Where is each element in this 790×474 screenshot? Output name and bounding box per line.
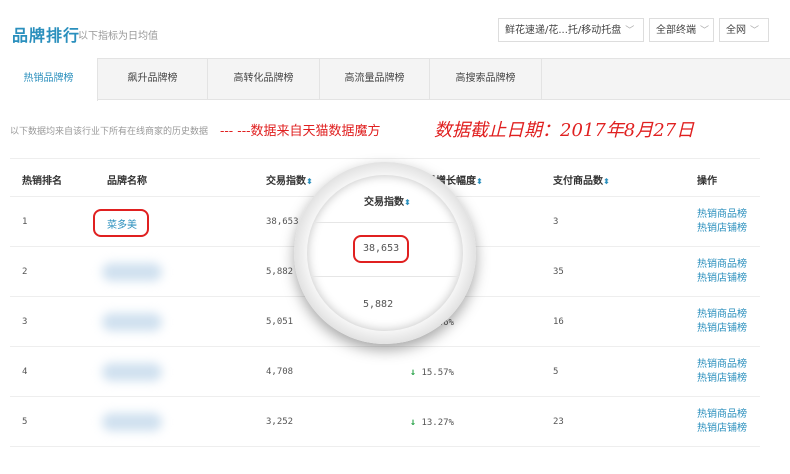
table-row-border: [10, 346, 760, 347]
row4-growth-value: 15.57%: [421, 368, 454, 378]
arrow-up-icon: ↓: [410, 367, 417, 378]
page-subtitle: 以下指标为日均值: [78, 31, 158, 42]
magnifier-divider: [307, 276, 463, 277]
row5-brand-blurred: [102, 413, 162, 431]
row3-hot-items-link[interactable]: 热销商品榜: [697, 308, 747, 322]
sort-icon[interactable]: ⬍: [476, 177, 483, 186]
col-header-brand: 品牌名称: [107, 176, 147, 187]
row1-hot-items-link[interactable]: 热销商品榜: [697, 208, 747, 222]
category-select-label: 鲜花速递/花...托/移动托盘: [505, 25, 622, 36]
row5-rank: 5: [22, 417, 28, 427]
col-header-trade-index-label: 交易指数: [266, 176, 306, 187]
col-header-rank: 热销排名: [22, 176, 62, 187]
col-header-pay-items[interactable]: 支付商品数⬍: [553, 172, 610, 187]
category-select[interactable]: 鲜花速递/花...托/移动托盘 ﹀: [498, 18, 644, 42]
tab-high-search-brands[interactable]: 高搜索品牌榜: [430, 58, 542, 100]
row3-hot-shops-link[interactable]: 热销店铺榜: [697, 322, 747, 336]
row4-growth: ↓ 15.57%: [410, 367, 454, 378]
magnifier-header: 交易指数⬍: [364, 193, 411, 208]
magnifier-value-2: 5,882: [363, 299, 394, 310]
row1-hot-shops-link[interactable]: 热销店铺榜: [697, 222, 747, 236]
table-row-border: [10, 446, 760, 447]
row2-pay-items: 35: [553, 267, 564, 277]
row2-brand-blurred: [102, 263, 162, 281]
row2-rank: 2: [22, 267, 28, 277]
row5-hot-shops-link[interactable]: 热销店铺榜: [697, 422, 747, 436]
terminal-select-label: 全部终端: [656, 25, 696, 36]
row4-hot-items-link[interactable]: 热销商品榜: [697, 358, 747, 372]
data-source-note: --- ---数据来自天猫数据魔方: [220, 124, 381, 139]
row1-brand-link[interactable]: 菜多美: [107, 216, 137, 231]
page-title: 品牌排行: [12, 26, 81, 45]
data-cutoff-note: 数据截止日期：2017年8月27日: [434, 120, 695, 141]
row4-trade-index: 4,708: [266, 367, 294, 377]
row3-rank: 3: [22, 317, 28, 327]
chevron-down-icon: ﹀: [625, 26, 635, 36]
row5-trade-index: 3,252: [266, 417, 294, 427]
row4-brand-blurred: [102, 363, 162, 381]
sort-icon[interactable]: ⬍: [306, 177, 313, 186]
col-header-trade-index[interactable]: 交易指数⬍: [266, 172, 313, 187]
tab-hot-brands[interactable]: 热销品牌榜: [0, 58, 98, 101]
magnifier-divider: [307, 222, 463, 223]
row5-growth: ↓ 13.27%: [410, 417, 454, 428]
table-row-border: [10, 396, 760, 397]
chevron-down-icon: ﹀: [750, 26, 760, 36]
col-header-pay-items-label: 支付商品数: [553, 176, 603, 187]
tab-high-conversion-brands[interactable]: 高转化品牌榜: [208, 58, 320, 100]
row5-hot-items-link[interactable]: 热销商品榜: [697, 408, 747, 422]
magnifier-header-label: 交易指数: [364, 197, 404, 208]
tab-high-traffic-brands[interactable]: 高流量品牌榜: [320, 58, 430, 100]
table-top-border: [10, 158, 760, 159]
sort-icon: ⬍: [404, 198, 411, 207]
row2-hot-shops-link[interactable]: 热销店铺榜: [697, 272, 747, 286]
row4-pay-items: 5: [553, 367, 559, 377]
row2-hot-items-link[interactable]: 热销商品榜: [697, 258, 747, 272]
row3-pay-items: 16: [553, 317, 564, 327]
sort-icon[interactable]: ⬍: [603, 177, 610, 186]
row5-pay-items: 23: [553, 417, 564, 427]
chevron-down-icon: ﹀: [700, 26, 710, 36]
row4-hot-shops-link[interactable]: 热销店铺榜: [697, 372, 747, 386]
arrow-up-icon: ↓: [410, 417, 417, 428]
row1-rank: 1: [22, 217, 28, 227]
magnifier-lens: 交易指数⬍ 38,653 5,882: [307, 175, 463, 331]
tab-rising-brands[interactable]: 飙升品牌榜: [98, 58, 208, 100]
row1-trade-index: 38,653: [266, 217, 299, 227]
data-description-note: 以下数据均来自该行业下所有在线商家的历史数据: [10, 127, 209, 137]
row3-brand-blurred: [102, 313, 162, 331]
row3-trade-index: 5,051: [266, 317, 294, 327]
terminal-select[interactable]: 全部终端 ﹀: [649, 18, 714, 42]
row4-rank: 4: [22, 367, 28, 377]
scope-select-label: 全网: [726, 25, 746, 36]
row5-growth-value: 13.27%: [421, 418, 454, 428]
row2-trade-index: 5,882: [266, 267, 294, 277]
magnifier-value-1: 38,653: [363, 243, 400, 254]
row1-pay-items: 3: [553, 217, 559, 227]
col-header-operation: 操作: [697, 176, 717, 187]
scope-select[interactable]: 全网 ﹀: [719, 18, 769, 42]
